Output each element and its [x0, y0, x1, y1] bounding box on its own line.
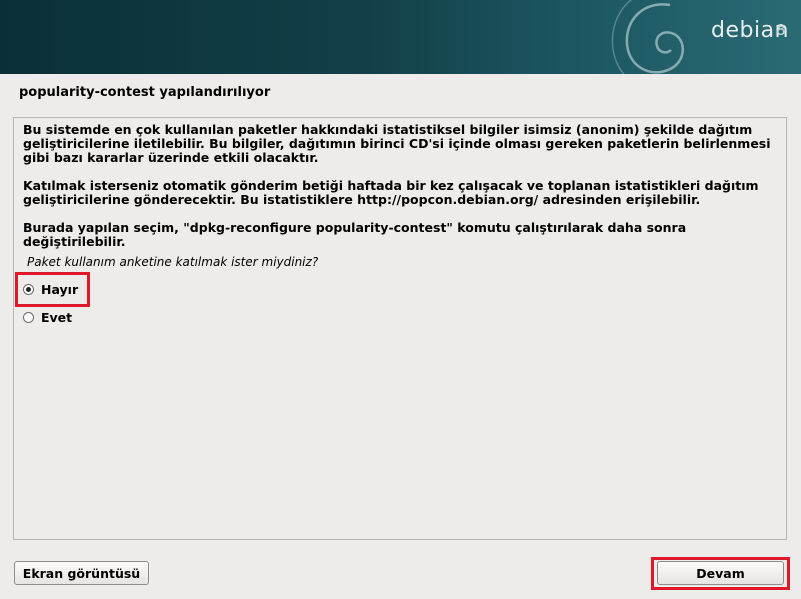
page-title: popularity-contest yapılandırılıyor — [19, 85, 271, 100]
description-paragraph-1: Bu sistemde en çok kullanılan paketler h… — [23, 122, 771, 165]
header-banner: debian 8 — [0, 0, 801, 74]
debian-swirl-icon — [611, 0, 684, 74]
radio-unselected-icon[interactable] — [23, 311, 34, 323]
screenshot-button[interactable]: Ekran görüntüsü — [14, 561, 149, 585]
highlight-box-hayir — [15, 272, 90, 307]
option-evet[interactable]: Evet — [23, 308, 72, 326]
option-evet-label: Evet — [41, 309, 73, 325]
highlight-box-devam — [651, 557, 790, 590]
debian-version: 8 — [776, 21, 786, 39]
question-label: Paket kullanım anketine katılmak ister m… — [27, 255, 319, 269]
description-paragraph-2: Katılmak isterseniz otomatik gönderim be… — [23, 178, 759, 207]
content-panel: Bu sistemde en çok kullanılan paketler h… — [13, 117, 787, 540]
description-paragraph-3: Burada yapılan seçim, "dpkg-reconfigure … — [23, 220, 687, 249]
